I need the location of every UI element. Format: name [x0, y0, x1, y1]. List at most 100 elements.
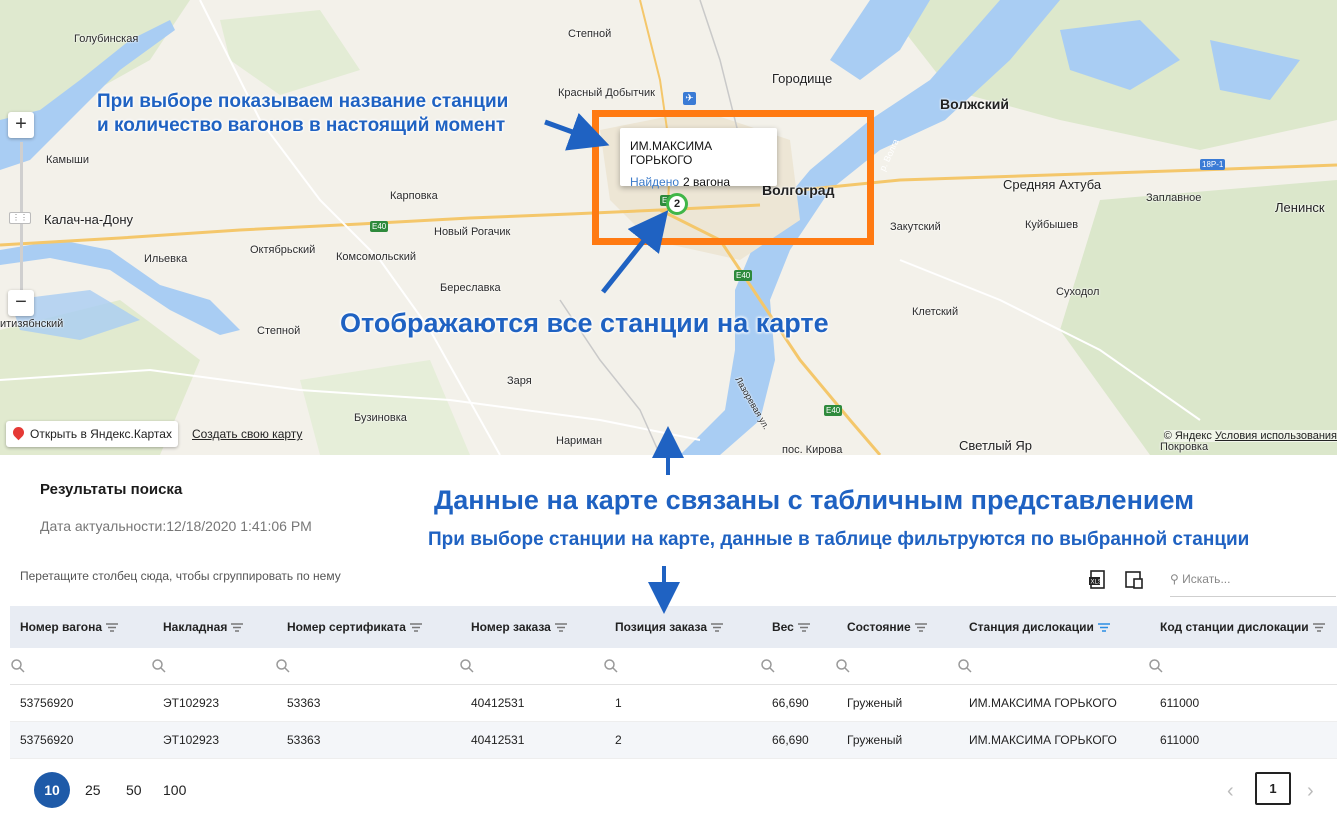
column-label: Код станции дислокации [1160, 620, 1309, 634]
column-header-station-code[interactable]: Код станции дислокации [1160, 620, 1325, 634]
search-icon[interactable] [835, 658, 851, 674]
filter-icon[interactable] [409, 623, 422, 632]
place-label: Нариман [556, 435, 603, 447]
search-icon[interactable] [459, 658, 475, 674]
cell-station: ИМ.МАКСИМА ГОРЬКОГО [969, 696, 1117, 710]
results-date: Дата актуальности:12/18/2020 1:41:06 PM [40, 518, 312, 534]
column-header-order[interactable]: Номер заказа [471, 620, 567, 634]
export-excel-icon[interactable]: XLS [1087, 569, 1109, 591]
page-size-25[interactable]: 25 [85, 782, 101, 798]
grid-filter-row [10, 648, 1337, 685]
place-label: Степной [257, 325, 301, 337]
cell-station-code: 611000 [1160, 696, 1200, 710]
column-label: Номер заказа [471, 620, 551, 634]
search-icon[interactable] [603, 658, 619, 674]
column-label: Вес [772, 620, 794, 634]
place-label: Заплавное [1146, 192, 1202, 204]
road-shield: E40 [824, 405, 843, 416]
place-label: Октябрьский [250, 244, 316, 256]
open-yandex-maps-button[interactable]: Открыть в Яндекс.Картах [6, 421, 178, 447]
table-row[interactable]: 53756920 ЭТ102923 53363 40412531 2 66,69… [10, 722, 1337, 759]
column-header-certificate[interactable]: Номер сертификата [287, 620, 422, 634]
cell-certificate: 53363 [287, 696, 321, 710]
annotation-linked-data: Данные на карте связаны с табличным пред… [434, 485, 1195, 515]
column-header-station[interactable]: Станция дислокации [969, 620, 1110, 634]
map-pin-icon [10, 424, 27, 441]
column-label: Номер сертификата [287, 620, 406, 634]
cell-order: 40412531 [471, 696, 525, 710]
place-label: Красный Добытчик [558, 87, 655, 99]
cell-wagon: 53756920 [20, 696, 74, 710]
place-label: Светлый Яр [959, 438, 1033, 453]
results-title: Результаты поиска [40, 481, 183, 498]
map-copyright: © Яндекс Условия использования [1163, 430, 1337, 442]
grid-search-input[interactable]: ⚲ Искать... [1170, 564, 1336, 597]
filter-icon[interactable] [231, 623, 244, 632]
balloon-found-label: Найдено [630, 175, 680, 189]
filter-active-icon[interactable] [1097, 623, 1110, 632]
search-icon[interactable] [151, 658, 167, 674]
filter-icon[interactable] [711, 623, 724, 632]
search-icon[interactable] [760, 658, 776, 674]
column-label: Состояние [847, 620, 911, 634]
place-label: Городище [772, 71, 833, 86]
terms-link[interactable]: Условия использования [1215, 430, 1337, 442]
column-label: Станция дислокации [969, 620, 1094, 634]
balloon-wagon-count: Найдено 2 вагона [630, 175, 767, 189]
open-yandex-maps-label: Открыть в Яндекс.Картах [30, 427, 172, 441]
page-size-50[interactable]: 50 [126, 782, 142, 798]
search-icon[interactable] [275, 658, 291, 674]
column-label: Позиция заказа [615, 620, 708, 634]
column-header-weight[interactable]: Вес [772, 620, 810, 634]
search-icon[interactable] [10, 658, 26, 674]
group-panel[interactable]: Перетащите столбец сюда, чтобы сгруппиро… [20, 569, 341, 583]
column-header-state[interactable]: Состояние [847, 620, 927, 634]
column-label: Номер вагона [20, 620, 103, 634]
page-1-button[interactable]: 1 [1255, 772, 1291, 805]
page-size-100[interactable]: 100 [163, 782, 186, 798]
column-label: Накладная [163, 620, 228, 634]
place-label: Суходол [1056, 286, 1100, 298]
cell-invoice: ЭТ102923 [163, 733, 219, 747]
cell-station: ИМ.МАКСИМА ГОРЬКОГО [969, 733, 1117, 747]
filter-icon[interactable] [914, 623, 927, 632]
place-label: Голубинская [74, 33, 139, 45]
cell-weight: 66,690 [772, 696, 809, 710]
place-label: Новый Рогачик [434, 226, 511, 238]
cell-wagon: 53756920 [20, 733, 74, 747]
yandex-map[interactable]: Голубинская Степной Городище Красный Доб… [0, 0, 1337, 455]
search-icon: ⚲ [1170, 572, 1179, 586]
cell-state: Груженый [847, 733, 903, 747]
place-label: Степной [568, 28, 612, 40]
filter-icon[interactable] [106, 623, 119, 632]
filter-icon[interactable] [554, 623, 567, 632]
column-header-order-position[interactable]: Позиция заказа [615, 620, 724, 634]
column-header-invoice[interactable]: Накладная [163, 620, 244, 634]
place-label: Комсомольский [336, 251, 417, 263]
filter-icon[interactable] [797, 623, 810, 632]
station-marker[interactable]: 2 [666, 193, 688, 215]
zoom-in-button[interactable]: + [8, 112, 34, 138]
balloon-wagons: 2 вагона [683, 175, 731, 189]
column-chooser-icon[interactable] [1123, 569, 1145, 591]
place-label: Клетский [912, 306, 959, 318]
page-size-10[interactable]: 10 [34, 772, 70, 808]
prev-page-button[interactable]: ‹ [1227, 780, 1234, 803]
filter-icon[interactable] [1312, 623, 1325, 632]
station-balloon[interactable]: ИМ.МАКСИМА ГОРЬКОГО Найдено 2 вагона [620, 128, 777, 189]
zoom-slider-handle[interactable]: ⋮⋮ [9, 212, 31, 224]
create-map-link[interactable]: Создать свою карту [192, 427, 302, 441]
road-shield: 18Р-1 [1200, 159, 1226, 170]
search-icon[interactable] [957, 658, 973, 674]
place-label: Закутский [890, 221, 941, 233]
search-placeholder: Искать... [1182, 572, 1231, 586]
annotation-line: При выборе показываем название станции [97, 91, 509, 112]
column-header-wagon[interactable]: Номер вагона [20, 620, 119, 634]
cell-order: 40412531 [471, 733, 525, 747]
next-page-button[interactable]: › [1307, 780, 1314, 803]
place-label: пос. Кирова [782, 444, 843, 455]
road-shield: E40 [370, 221, 389, 232]
zoom-out-button[interactable]: − [8, 290, 34, 316]
search-icon[interactable] [1148, 658, 1164, 674]
table-row[interactable]: 53756920 ЭТ102923 53363 40412531 1 66,69… [10, 685, 1337, 722]
